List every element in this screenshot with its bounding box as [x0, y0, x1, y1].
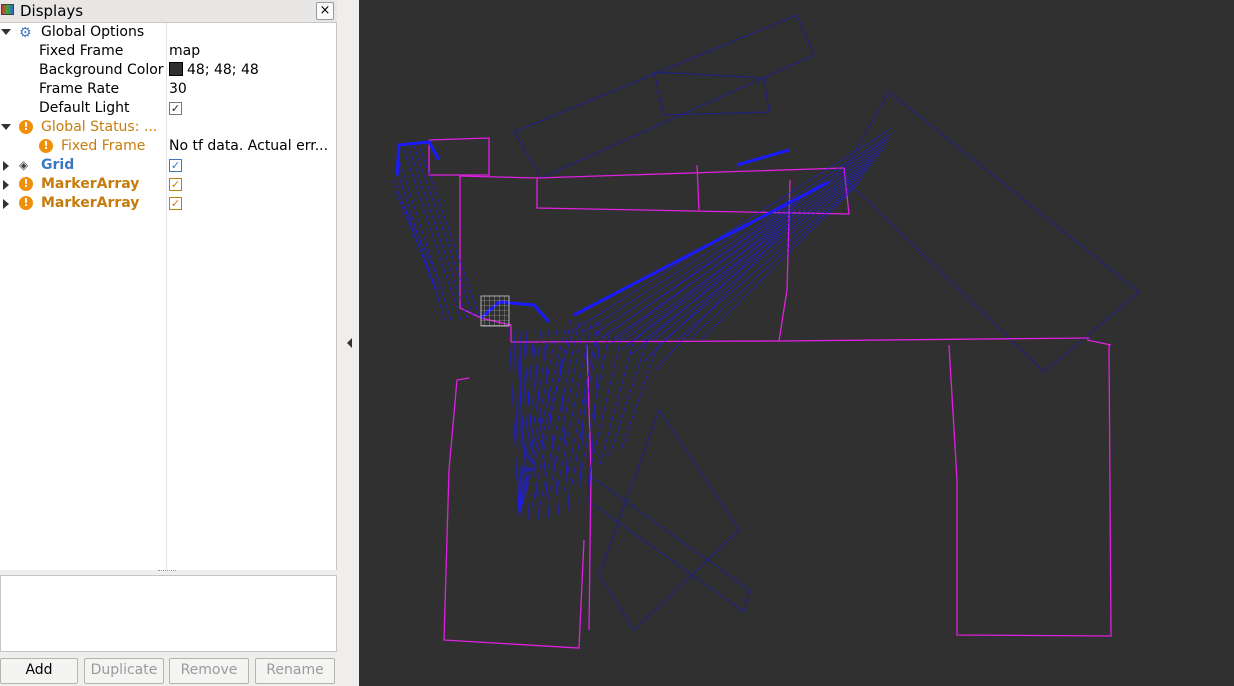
map-render — [393, 14, 1140, 649]
monitor-icon — [1, 4, 14, 15]
duplicate-button[interactable]: Duplicate — [84, 658, 164, 684]
tree-row-marker-array-2[interactable]: ! MarkerArray ✓ — [0, 194, 336, 213]
marker-array-label: MarkerArray — [41, 176, 140, 192]
3d-viewport[interactable] — [359, 0, 1234, 686]
collapsed-arrow-icon[interactable] — [3, 199, 9, 209]
background-color-field[interactable]: 48; 48; 48 — [169, 61, 259, 80]
tree-row-frame-rate[interactable]: Frame Rate 30 — [0, 80, 336, 99]
frame-rate-value[interactable]: 30 — [169, 80, 187, 99]
grid-checkbox[interactable]: ✓ — [169, 159, 182, 172]
tree-row-grid[interactable]: ◈ Grid ✓ — [0, 156, 336, 175]
tree-row-global-options[interactable]: ⚙ Global Options — [0, 23, 336, 42]
robot-grid-marker — [480, 295, 510, 327]
marker-array-checkbox[interactable]: ✓ — [169, 197, 182, 210]
tree-row-default-light[interactable]: Default Light ✓ — [0, 99, 336, 118]
collapse-arrow-icon[interactable] — [347, 338, 352, 348]
status-fixed-frame-label: Fixed Frame — [61, 138, 146, 154]
displays-tree: ⚙ Global Options Fixed Frame map Backgro… — [0, 23, 337, 570]
tree-row-status-fixed-frame[interactable]: ! Fixed Frame No tf data. Actual err... — [0, 137, 336, 156]
scan-highlights — [395, 140, 830, 323]
add-button[interactable]: Add — [0, 658, 78, 684]
gear-icon: ⚙ — [19, 25, 32, 41]
frame-rate-label: Frame Rate — [39, 81, 120, 97]
expand-arrow-icon[interactable] — [1, 29, 11, 35]
warning-icon: ! — [19, 177, 33, 191]
tree-row-marker-array-1[interactable]: ! MarkerArray ✓ — [0, 175, 336, 194]
default-light-label: Default Light — [39, 100, 130, 116]
collapsed-arrow-icon[interactable] — [3, 180, 9, 190]
map-walls — [428, 137, 1112, 649]
warning-icon: ! — [19, 196, 33, 210]
collapsed-arrow-icon[interactable] — [3, 161, 9, 171]
panel-title: Displays — [20, 2, 84, 20]
remove-button[interactable]: Remove — [169, 658, 249, 684]
marker-array-label: MarkerArray — [41, 195, 140, 211]
default-light-checkbox[interactable]: ✓ — [169, 102, 182, 115]
fixed-frame-value[interactable]: map — [169, 42, 200, 61]
tree-row-global-status[interactable]: ! Global Status: ... — [0, 118, 336, 137]
background-color-label: Background Color — [39, 62, 164, 78]
panel-collapse-strip[interactable] — [339, 0, 359, 686]
marker-array-checkbox[interactable]: ✓ — [169, 178, 182, 191]
description-box — [0, 575, 337, 652]
expand-arrow-icon[interactable] — [1, 124, 11, 130]
status-fixed-frame-value: No tf data. Actual err... — [169, 138, 329, 154]
grid-icon: ◈ — [19, 158, 29, 172]
background-color-value: 48; 48; 48 — [187, 62, 259, 78]
displays-panel: Displays × ⚙ Global Options Fixed Frame … — [0, 0, 339, 686]
rename-button[interactable]: Rename — [255, 658, 335, 684]
panel-title-bar: Displays × — [0, 0, 337, 23]
warning-icon: ! — [39, 139, 53, 153]
close-button[interactable]: × — [316, 2, 334, 20]
scan-outlines — [513, 14, 1140, 631]
fixed-frame-label: Fixed Frame — [39, 43, 124, 59]
splitter-handle[interactable] — [158, 570, 176, 574]
grid-label: Grid — [41, 157, 75, 173]
global-options-label: Global Options — [41, 24, 145, 40]
tree-row-background-color[interactable]: Background Color 48; 48; 48 — [0, 61, 336, 80]
tree-row-fixed-frame[interactable]: Fixed Frame map — [0, 42, 336, 61]
global-status-label: Global Status: ... — [41, 119, 158, 135]
color-swatch[interactable] — [169, 62, 183, 76]
warning-icon: ! — [19, 120, 33, 134]
